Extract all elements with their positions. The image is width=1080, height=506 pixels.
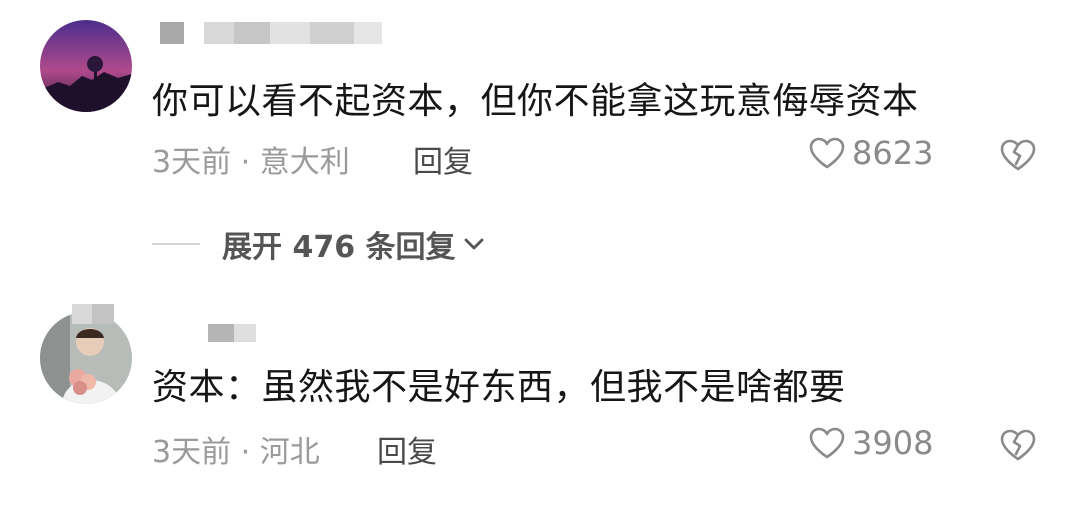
comment-item: 你可以看不起资本，但你不能拿这玩意侮辱资本 3天前 · 意大利 回复 8623 …: [0, 0, 1080, 265]
like-count: 3908: [852, 424, 934, 462]
username-blurred: [72, 304, 114, 324]
expand-replies-label[interactable]: 展开 476 条回复: [222, 222, 456, 266]
dislike-button[interactable]: [998, 138, 1038, 176]
expand-replies[interactable]: 展开 476 条回复: [152, 222, 486, 266]
username-blurred: [160, 324, 256, 342]
comment-text: 你可以看不起资本，但你不能拿这玩意侮辱资本: [152, 81, 919, 122]
like-count: 8623: [852, 134, 934, 172]
like-button[interactable]: 8623: [808, 134, 933, 172]
heart-icon: [809, 427, 845, 459]
comment-text: 资本：虽然我不是好东西，但我不是啥都要: [152, 367, 846, 408]
broken-heart-icon: [1000, 139, 1036, 171]
chevron-down-icon: [464, 238, 483, 250]
like-button[interactable]: 3908: [808, 424, 933, 462]
comment-meta: 3天前 · 河北: [152, 435, 320, 470]
comment-meta: 3天前 · 意大利: [152, 145, 350, 180]
comment-item: 资本：虽然我不是好东西，但我不是啥都要 3天前 · 河北 回复 3908: [0, 296, 1080, 496]
user-avatar[interactable]: [40, 20, 132, 112]
heart-icon: [809, 137, 845, 169]
username-blurred: [160, 22, 382, 44]
broken-heart-icon: [1000, 429, 1036, 461]
dislike-button[interactable]: [998, 428, 1038, 466]
reply-button[interactable]: 回复: [413, 137, 473, 181]
user-avatar[interactable]: [40, 312, 132, 404]
divider-line: [152, 243, 200, 245]
reply-button[interactable]: 回复: [377, 427, 437, 471]
